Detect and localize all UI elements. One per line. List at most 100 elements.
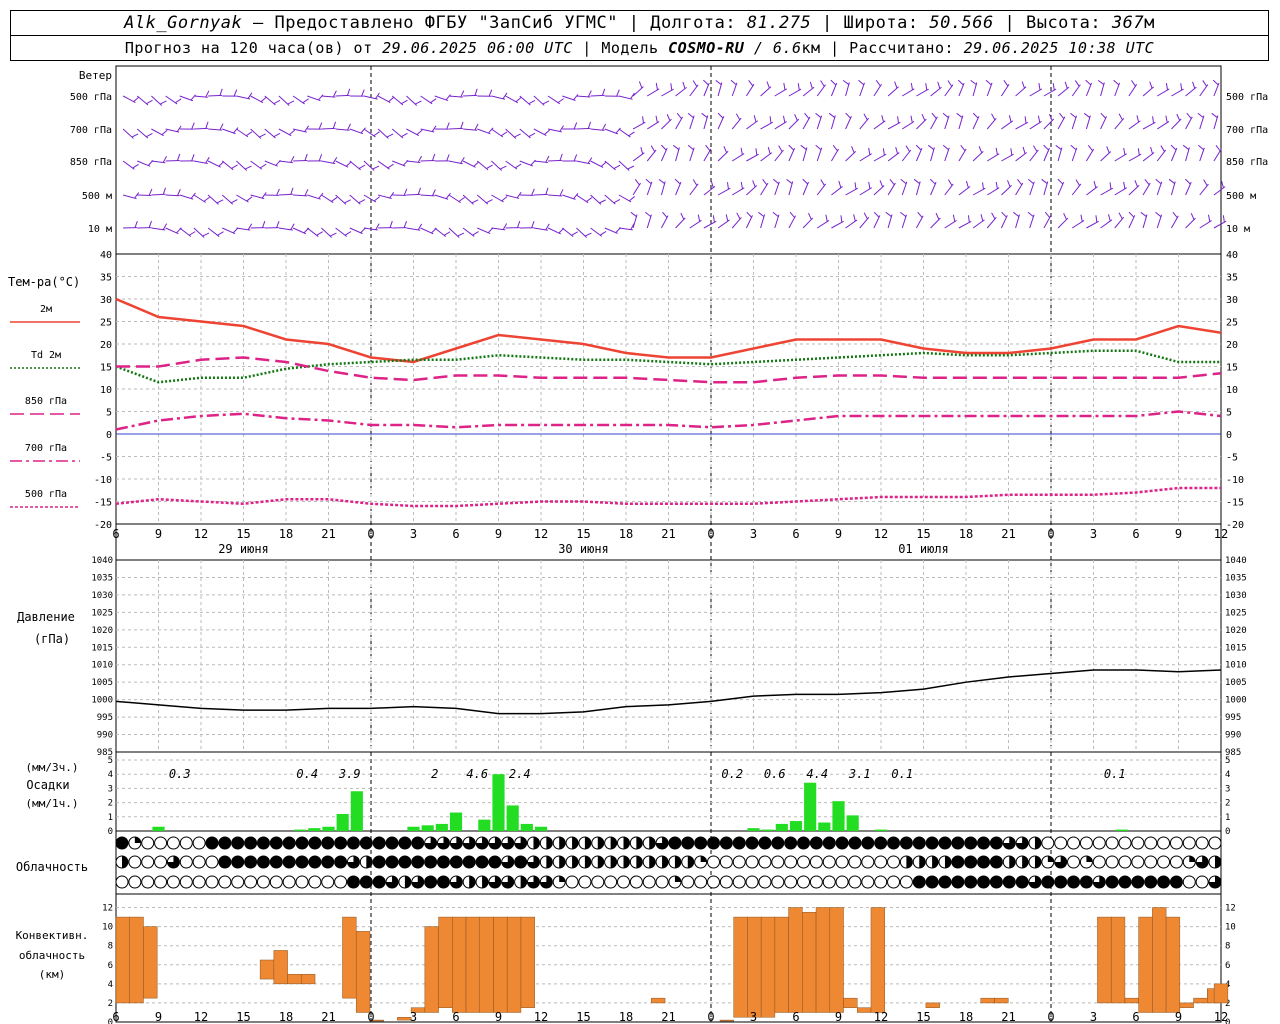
cloud-symbol bbox=[244, 875, 258, 889]
wind-barb-flag bbox=[854, 182, 857, 190]
cloud-fill bbox=[926, 876, 939, 888]
wind-barb-flag bbox=[332, 121, 337, 129]
cloud-circle bbox=[758, 855, 772, 869]
bottom-time-tick: 0 bbox=[367, 1010, 374, 1024]
wind-barb-flag bbox=[1144, 178, 1150, 186]
bottom-time-tick: 0 bbox=[1047, 1010, 1054, 1024]
convective-bar bbox=[774, 916, 789, 1013]
wind-barb-flag bbox=[851, 146, 855, 153]
pressure-tick-left: 1030 bbox=[91, 591, 113, 601]
wind-barb-flag bbox=[828, 112, 836, 118]
cloud-symbol bbox=[334, 855, 348, 869]
wind-barb-flag bbox=[573, 94, 579, 101]
cloud-circle bbox=[295, 875, 309, 889]
cloud-fill bbox=[784, 837, 797, 849]
precip-tick-right: 2 bbox=[1225, 799, 1230, 809]
wind-barb-flag bbox=[259, 133, 266, 138]
wind-barb-flag bbox=[991, 113, 996, 121]
cloud-symbol bbox=[771, 836, 785, 850]
cloud-symbol bbox=[372, 855, 386, 869]
cloud-symbol bbox=[1002, 836, 1016, 850]
cloud-fill bbox=[1003, 876, 1016, 888]
cloud-circle bbox=[578, 875, 592, 889]
cloud-fill bbox=[218, 837, 231, 849]
cloud-symbol bbox=[205, 855, 219, 869]
wind-level-label-right: 500 гПа bbox=[1226, 92, 1268, 103]
wind-barb-flag bbox=[1176, 113, 1181, 121]
wind-barb-flag bbox=[710, 180, 714, 188]
cloud-fill bbox=[919, 856, 926, 868]
wind-barb-flag bbox=[203, 196, 210, 202]
wind-barb-flag bbox=[162, 187, 166, 195]
wind-barb-shaft bbox=[222, 227, 236, 235]
pressure-unit-label: (гПа) bbox=[34, 632, 70, 646]
cloud-circle bbox=[1092, 836, 1106, 850]
cloud-symbol bbox=[707, 836, 721, 850]
legend-label: 850 гПа bbox=[25, 396, 67, 407]
wind-barb-flag bbox=[788, 144, 795, 151]
wind-barb-flag bbox=[740, 147, 743, 155]
cloud-circle bbox=[179, 836, 193, 850]
wind-barb-flag bbox=[900, 211, 907, 218]
wind-barb-shaft bbox=[618, 95, 633, 100]
convective-bar bbox=[733, 916, 748, 1018]
cloud-circle bbox=[154, 855, 168, 869]
wind-level-label-right: 850 гПа bbox=[1226, 157, 1268, 168]
wind-level-label: 850 гПа bbox=[70, 157, 112, 168]
wind-barb-flag bbox=[783, 82, 786, 90]
cloud-symbol bbox=[1028, 875, 1042, 889]
cloud-symbol bbox=[1054, 855, 1068, 869]
wind-barb-flag bbox=[845, 112, 851, 119]
cloud-fill bbox=[1118, 876, 1131, 888]
wind-barb-flag bbox=[723, 146, 728, 153]
cloud-circle bbox=[192, 875, 206, 889]
wind-barb-flag bbox=[146, 99, 153, 105]
cloud-symbol bbox=[861, 875, 875, 889]
wind-barb-flag bbox=[584, 232, 592, 237]
precip-unit-1h: (мм/1ч.) bbox=[26, 797, 79, 810]
cloud-symbol bbox=[1028, 836, 1042, 850]
wind-barb-flag bbox=[1123, 147, 1126, 155]
cloud-fill bbox=[476, 856, 489, 868]
cloud-symbol bbox=[424, 836, 438, 850]
cloud-circle bbox=[655, 875, 669, 889]
wind-barb-flag bbox=[910, 115, 913, 123]
wind-barb-flag bbox=[1063, 212, 1067, 220]
wind-barb-flag bbox=[499, 165, 507, 170]
day-label: 01 июля bbox=[898, 542, 949, 556]
bottom-time-tick: 12 bbox=[1214, 1010, 1228, 1024]
precip-3h-total: 4.4 bbox=[806, 767, 828, 781]
wind-barb-flag bbox=[1085, 79, 1092, 86]
time-tick-label: 12 bbox=[874, 527, 888, 541]
cloud-circle bbox=[797, 855, 811, 869]
wind-barb-flag bbox=[474, 88, 478, 96]
wind-barb-flag bbox=[927, 144, 935, 150]
wind-barb-flag bbox=[868, 181, 871, 189]
cloud-fill bbox=[938, 876, 951, 888]
cloud-symbol bbox=[681, 836, 695, 850]
wind-barb-flag bbox=[386, 133, 394, 138]
temp-tick-left: 0 bbox=[106, 430, 112, 441]
cloud-symbol bbox=[526, 836, 540, 850]
wind-barb-flag bbox=[921, 113, 926, 121]
cloud-fill bbox=[559, 856, 566, 868]
wind-barb-flag bbox=[662, 211, 668, 218]
cloud-symbol bbox=[552, 875, 566, 889]
cloud-circle bbox=[269, 875, 283, 889]
wind-barb-flag bbox=[735, 113, 741, 121]
wind-barb-shaft bbox=[1000, 84, 1010, 97]
bottom-time-tick: 15 bbox=[576, 1010, 590, 1024]
cloud-symbol bbox=[154, 875, 168, 889]
wind-barb-flag bbox=[458, 196, 465, 202]
cloud-symbol bbox=[732, 855, 746, 869]
precip-bar bbox=[492, 774, 505, 831]
cloud-symbol bbox=[256, 855, 270, 869]
cloud-symbol bbox=[501, 875, 515, 889]
wind-barb-flag bbox=[290, 223, 295, 231]
cloud-symbol bbox=[951, 855, 965, 869]
convective-bar bbox=[129, 916, 144, 1004]
bottom-time-tick: 9 bbox=[1175, 1010, 1182, 1024]
cloud-symbol bbox=[192, 836, 206, 850]
cloud-circle bbox=[1182, 836, 1196, 850]
cloud-circle bbox=[334, 875, 348, 889]
